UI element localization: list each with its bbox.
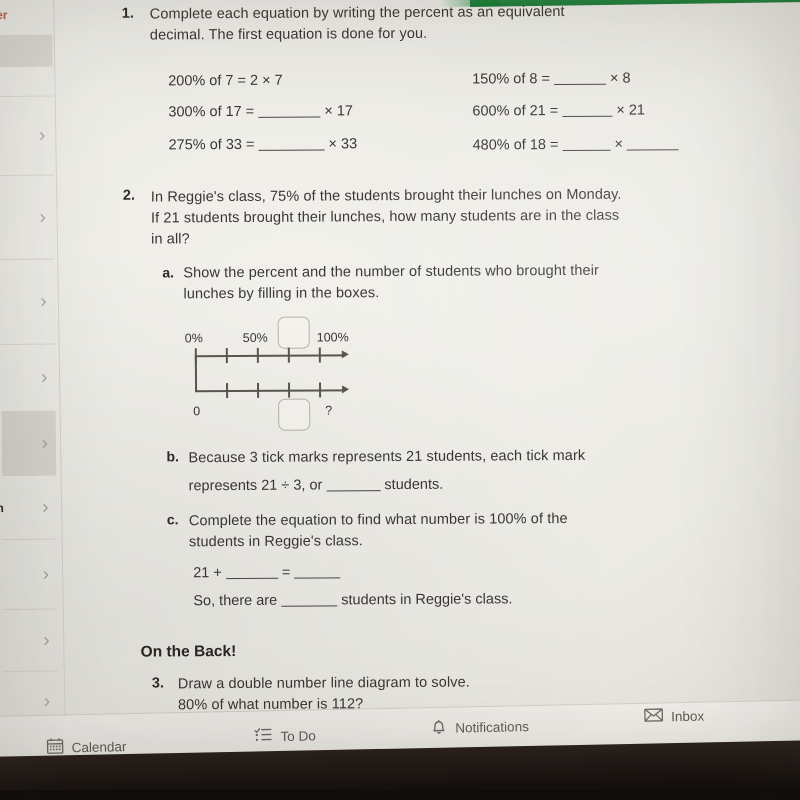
answer-blank[interactable] (562, 136, 611, 152)
question-2-number: 2. (122, 187, 136, 204)
double-number-line-diagram: 0% 50% 100% 0 ? (185, 316, 361, 431)
nav-item-inbox[interactable]: Inbox (644, 707, 704, 726)
question-2b-line1: Because 3 tick marks represents 21 stude… (188, 447, 586, 467)
equation-text: 300% of 17 = (168, 103, 255, 121)
equation-tail: × (614, 136, 624, 153)
equation-1-left-2: 300% of 17 = × 17 (168, 103, 353, 120)
number-line-bottom-tick-2 (257, 382, 259, 398)
answer-blank[interactable] (281, 592, 338, 607)
answer-blank[interactable] (553, 70, 607, 86)
equation-tail: × 21 (616, 102, 645, 119)
question-2c-label: c. (166, 511, 179, 528)
number-line-bottom-answer-box[interactable] (278, 398, 311, 431)
equation-1-left-3: 275% of 33 = × 33 (169, 136, 358, 153)
number-line-bottom-axis (195, 389, 344, 392)
answer-blank[interactable] (225, 564, 278, 580)
question-2c-equation: 21 + = (193, 564, 341, 582)
question-2b-label: b. (166, 448, 179, 465)
number-line-connector (194, 355, 197, 392)
answer-blank[interactable] (258, 136, 325, 151)
question-1-number: 1. (121, 5, 134, 22)
equation-1-right-3: 480% of 18 = × (472, 136, 680, 154)
question-3-number: 3. (151, 675, 164, 692)
question-2b-line2: represents 21 ÷ 3, or students. (189, 477, 444, 495)
question-2-prompt: In Reggie's class, 75% of the students b… (150, 186, 622, 248)
answer-blank[interactable] (562, 102, 613, 118)
number-line-top-tick-3 (287, 347, 290, 363)
answer-blank[interactable] (626, 136, 680, 151)
todo-list-icon (254, 726, 272, 746)
number-line-top-axis (194, 354, 343, 357)
answer-blank[interactable] (294, 564, 341, 579)
equation-tail: × 17 (324, 103, 353, 120)
question-2c-closing-post: students in Reggie's class. (341, 591, 513, 609)
number-line-top-arrowhead (341, 349, 349, 358)
photographed-screen: ter › › › › › n › › › › 1. Complete each… (0, 0, 800, 800)
nav-item-label: Notifications (455, 719, 530, 736)
equation-1-right-2: 600% of 21 = × 21 (472, 102, 645, 119)
answer-blank[interactable] (258, 103, 321, 118)
number-line-bottom-label-question: ? (325, 403, 333, 418)
question-2c-equation-pre: 21 + (193, 565, 222, 582)
equation-1-left-1: 200% of 7 = 2 × 7 (168, 73, 283, 90)
number-line-bottom-tick-4 (319, 382, 321, 398)
equation-text: 600% of 21 = (472, 103, 559, 120)
worksheet-content: 1. Complete each equation by writing the… (0, 0, 800, 762)
nav-item-label: To Do (280, 727, 316, 744)
number-line-bottom-label-0: 0 (193, 404, 201, 419)
answer-blank[interactable] (326, 477, 381, 492)
nav-item-todo[interactable]: To Do (254, 725, 316, 746)
question-2a-text: Show the percent and the number of stude… (183, 262, 599, 303)
question-2b-line2-pre: represents 21 ÷ 3, or (188, 477, 323, 495)
number-line-bottom-arrowhead (342, 384, 350, 393)
equation-text: 150% of 8 = (472, 71, 551, 88)
on-the-back-heading: On the Back! (140, 643, 237, 661)
number-line-top-tick-4 (318, 347, 321, 363)
equation-tail: × 8 (609, 70, 631, 87)
number-line-top-answer-box[interactable] (277, 316, 310, 349)
bell-icon (430, 718, 447, 739)
number-line-top-label-50: 50% (242, 330, 268, 345)
device-edge-shadow-lower (0, 790, 800, 800)
nav-item-label: Calendar (71, 738, 127, 755)
number-line-top-tick-2 (256, 347, 259, 363)
question-3-line1: Draw a double number line diagram to sol… (177, 674, 470, 693)
question-2c-closing: So, there are students in Reggie's class… (193, 591, 512, 609)
question-2b-line2-post: students. (384, 476, 444, 494)
equation-tail: × 33 (328, 136, 358, 153)
number-line-top-label-0: 0% (184, 331, 203, 346)
question-2c-equation-mid: = (281, 564, 291, 581)
equation-text: 480% of 18 = (472, 137, 559, 154)
question-1-prompt: Complete each equation by writing the pe… (149, 3, 565, 44)
number-line-bottom-tick-3 (288, 382, 290, 398)
equation-text: 275% of 33 = (168, 136, 255, 154)
question-2a-label: a. (162, 264, 175, 281)
question-2c-closing-pre: So, there are (193, 592, 278, 610)
number-line-top-label-100: 100% (316, 330, 349, 345)
question-2c-text: Complete the equation to find what numbe… (188, 510, 568, 551)
nav-item-notifications[interactable]: Notifications (430, 716, 529, 739)
equation-text: 200% of 7 = 2 × 7 (168, 72, 283, 90)
nav-item-label: Inbox (670, 708, 705, 724)
envelope-icon (644, 707, 664, 725)
number-line-bottom-tick-1 (226, 383, 228, 399)
equation-1-right-1: 150% of 8 = × 8 (472, 71, 631, 88)
number-line-top-tick-1 (225, 348, 228, 364)
